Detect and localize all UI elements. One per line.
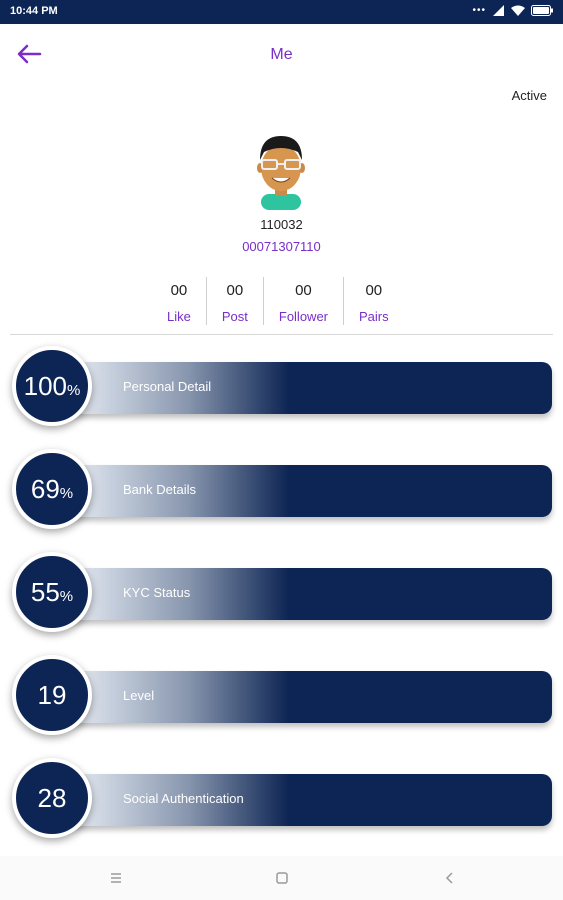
card-label: KYC Status bbox=[123, 585, 191, 600]
card-value-circle: 55% bbox=[12, 552, 92, 632]
card-value-circle: 28 bbox=[12, 758, 92, 838]
stats-row: 00 Like 00 Post 00 Follower 00 Pairs bbox=[152, 277, 404, 325]
card-unit: % bbox=[59, 485, 74, 502]
status-bar: 10:44 PM ••• bbox=[0, 0, 563, 24]
status-label: Active bbox=[511, 88, 547, 103]
card-label: Level bbox=[123, 688, 155, 703]
card-bar[interactable]: Level bbox=[46, 671, 552, 723]
notification-dots: ••• bbox=[472, 5, 486, 16]
chevron-left-icon[interactable] bbox=[440, 868, 460, 888]
avatar[interactable] bbox=[252, 130, 310, 210]
stat-pairs[interactable]: 00 Pairs bbox=[343, 277, 404, 325]
stat-value: 00 bbox=[365, 282, 383, 299]
battery-icon bbox=[531, 5, 553, 16]
square-icon[interactable] bbox=[272, 868, 292, 888]
card-level: Level 19 bbox=[0, 654, 563, 744]
stat-value: 00 bbox=[170, 282, 188, 299]
page-title: Me bbox=[270, 46, 293, 63]
card-value: 69 bbox=[30, 473, 60, 504]
card-bar[interactable]: KYC Status bbox=[46, 568, 552, 620]
system-icons: ••• bbox=[472, 5, 553, 16]
stat-label: Post bbox=[221, 309, 248, 324]
stat-like[interactable]: 00 Like bbox=[152, 277, 206, 325]
stat-follower[interactable]: 00 Follower bbox=[262, 277, 343, 325]
signal-icon bbox=[493, 5, 504, 16]
user-code: 00071307110 bbox=[242, 239, 321, 254]
card-personal-detail: Personal Detail 100% bbox=[0, 345, 563, 435]
card-value: 28 bbox=[37, 782, 67, 813]
card-value-circle: 100% bbox=[12, 346, 92, 426]
user-id: 110032 bbox=[260, 217, 303, 232]
card-label: Social Authentication bbox=[123, 791, 244, 806]
menu-icon[interactable] bbox=[106, 868, 126, 888]
card-value: 55 bbox=[30, 576, 60, 607]
system-nav-bar bbox=[0, 856, 563, 900]
card-label: Bank Details bbox=[123, 482, 196, 497]
stat-label: Like bbox=[167, 309, 191, 324]
wifi-icon bbox=[511, 5, 525, 16]
stat-post[interactable]: 00 Post bbox=[205, 277, 263, 325]
card-social-authentication: Social Authentication 28 bbox=[0, 757, 563, 847]
card-kyc-status: KYC Status 55% bbox=[0, 551, 563, 641]
card-value-circle: 69% bbox=[12, 449, 92, 529]
divider bbox=[10, 334, 553, 335]
card-bank-details: Bank Details 69% bbox=[0, 448, 563, 538]
card-unit: % bbox=[59, 588, 74, 605]
card-bar[interactable]: Personal Detail bbox=[46, 362, 552, 414]
stat-label: Follower bbox=[278, 309, 328, 324]
card-label: Personal Detail bbox=[123, 379, 212, 394]
status-time: 10:44 PM bbox=[10, 5, 58, 17]
card-value: 100 bbox=[23, 370, 68, 401]
stat-value: 00 bbox=[226, 282, 244, 299]
stat-label: Pairs bbox=[359, 309, 389, 324]
card-bar[interactable]: Social Authentication bbox=[46, 774, 552, 826]
card-bar[interactable]: Bank Details bbox=[46, 465, 552, 517]
card-unit: % bbox=[67, 382, 81, 399]
app-bar: Me bbox=[0, 24, 563, 84]
card-value: 19 bbox=[37, 679, 67, 710]
card-value-circle: 19 bbox=[12, 655, 92, 735]
stat-value: 00 bbox=[295, 282, 312, 299]
